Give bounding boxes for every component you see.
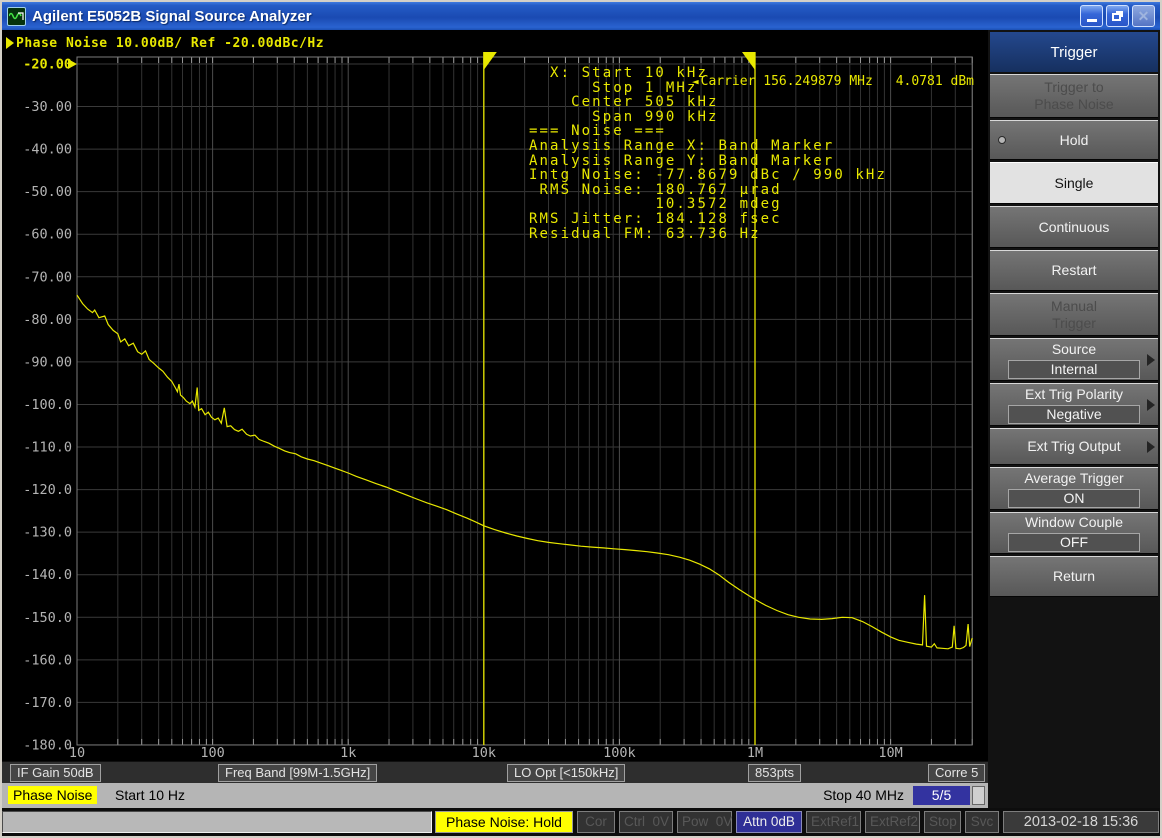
submenu-arrow-icon [1147,354,1155,366]
radio-selected-icon [998,136,1006,144]
average-trigger-value: ON [1008,489,1140,508]
svg-text:-130.0: -130.0 [23,525,72,541]
app-window: { "window": { "title": "Agilent E5052B S… [0,0,1162,838]
source-value: Internal [1008,360,1140,379]
trace-active-icon [6,37,14,49]
attenuator-status: Attn 0dB [736,811,802,833]
points-indicator: 853pts [748,764,801,782]
ext-ref2-status: ExtRef2 [865,811,920,833]
svg-text:-180.0: -180.0 [23,737,72,753]
svg-text:1k: 1k [340,745,356,761]
noise-analysis-readout: X: Start 10 kHz Stop 1 MHz Center 505 kH… [529,66,887,241]
svg-text:100k: 100k [603,745,636,761]
trace-scale-header: Phase Noise 10.00dB/ Ref -20.00dBc/Hz [6,36,324,51]
svg-text:-140.0: -140.0 [23,567,72,583]
status-bar: Phase Noise: Hold Cor Ctrl 0V Pow 0V Att… [2,808,1160,836]
measurement-bar: Phase Noise Start 10 Hz Stop 40 MHz 5/5 [2,783,988,808]
softkey-return[interactable]: Return [990,556,1158,597]
svg-text:-120.0: -120.0 [23,482,72,498]
sweep-stop-status: Stop [924,811,961,833]
menu-title: Trigger [990,32,1158,72]
softkey-hold[interactable]: Hold [990,120,1158,160]
softkey-source[interactable]: Source Internal [990,338,1158,381]
datetime-display: 2013-02-18 15:36 [1003,811,1159,833]
svg-text:-20.00: -20.00 [23,57,72,73]
softkey-ext-trig-polarity[interactable]: Ext Trig Polarity Negative [990,383,1158,426]
sweep-start-readout: Start 10 Hz [115,787,185,803]
softkey-menu: Trigger Trigger to Phase Noise Hold Sing… [988,30,1160,808]
svg-text:-90.00: -90.00 [23,354,72,370]
svg-text:-40.00: -40.00 [23,142,72,158]
close-button[interactable]: ✕ [1132,5,1155,27]
submenu-arrow-icon [1147,441,1155,453]
softkey-page-spinner[interactable] [972,786,985,805]
softkey-continuous[interactable]: Continuous [990,206,1158,248]
softkey-average-trigger[interactable]: Average Trigger ON [990,467,1158,510]
svg-text:-60.00: -60.00 [23,227,72,243]
restore-button[interactable] [1106,5,1129,27]
correction-status: Cor [577,811,615,833]
softkey-ext-trig-output[interactable]: Ext Trig Output [990,428,1158,465]
svg-text:-160.0: -160.0 [23,652,72,668]
dc-power-status: Pow 0V [677,811,732,833]
svg-text:10: 10 [69,745,85,761]
ext-ref1-status: ExtRef1 [806,811,861,833]
mode-badge: Phase Noise [8,786,97,804]
app-icon [7,7,26,26]
instrument-display: -20.00 -30.00 -40.00 -50.00 -60.00 -70.00 -80.… [2,30,988,808]
measurement-status: Phase Noise: Hold [435,811,573,833]
svg-text:10k: 10k [472,745,496,761]
svg-text:-170.0: -170.0 [23,695,72,711]
svg-text:-100.0: -100.0 [23,397,72,413]
freq-band-indicator: Freq Band [99M-1.5GHz] [218,764,377,782]
softkey-window-couple[interactable]: Window Couple OFF [990,512,1158,554]
softkey-trigger-to-phase-noise: Trigger to Phase Noise [990,74,1158,118]
svg-text:-70.00: -70.00 [23,269,72,285]
svg-text:10M: 10M [878,745,902,761]
svg-text:-80.00: -80.00 [23,312,72,328]
softkey-manual-trigger: Manual Trigger [990,293,1158,336]
lo-opt-indicator: LO Opt [<150kHz] [507,764,625,782]
ext-trig-polarity-value: Negative [1008,405,1140,424]
dc-control-status: Ctrl 0V [619,811,673,833]
minimize-button[interactable] [1080,5,1103,27]
window-couple-value: OFF [1008,533,1140,552]
if-gain-indicator: IF Gain 50dB [10,764,101,782]
softkey-single[interactable]: Single [990,162,1158,204]
sweep-stop-readout: Stop 40 MHz [792,787,904,803]
svg-text:-30.00: -30.00 [23,99,72,115]
svg-text:-50.00: -50.00 [23,184,72,200]
svg-text:1M: 1M [747,745,763,761]
settings-bar: IF Gain 50dB Freq Band [99M-1.5GHz] LO O… [2,761,988,783]
softkey-restart[interactable]: Restart [990,250,1158,291]
svg-text:-150.0: -150.0 [23,610,72,626]
softkey-page-indicator: 5/5 [913,786,970,805]
svg-text:100: 100 [200,745,224,761]
window-titlebar: Agilent E5052B Signal Source Analyzer ✕ [2,2,1160,30]
window-title: Agilent E5052B Signal Source Analyzer [32,8,1080,25]
service-status: Svc [965,811,999,833]
message-area [2,811,432,833]
carrier-power: 4.0781 dBm [896,74,974,89]
correction-indicator: Corre 5 [928,764,985,782]
submenu-arrow-icon [1147,399,1155,411]
svg-text:-110.0: -110.0 [23,440,72,456]
